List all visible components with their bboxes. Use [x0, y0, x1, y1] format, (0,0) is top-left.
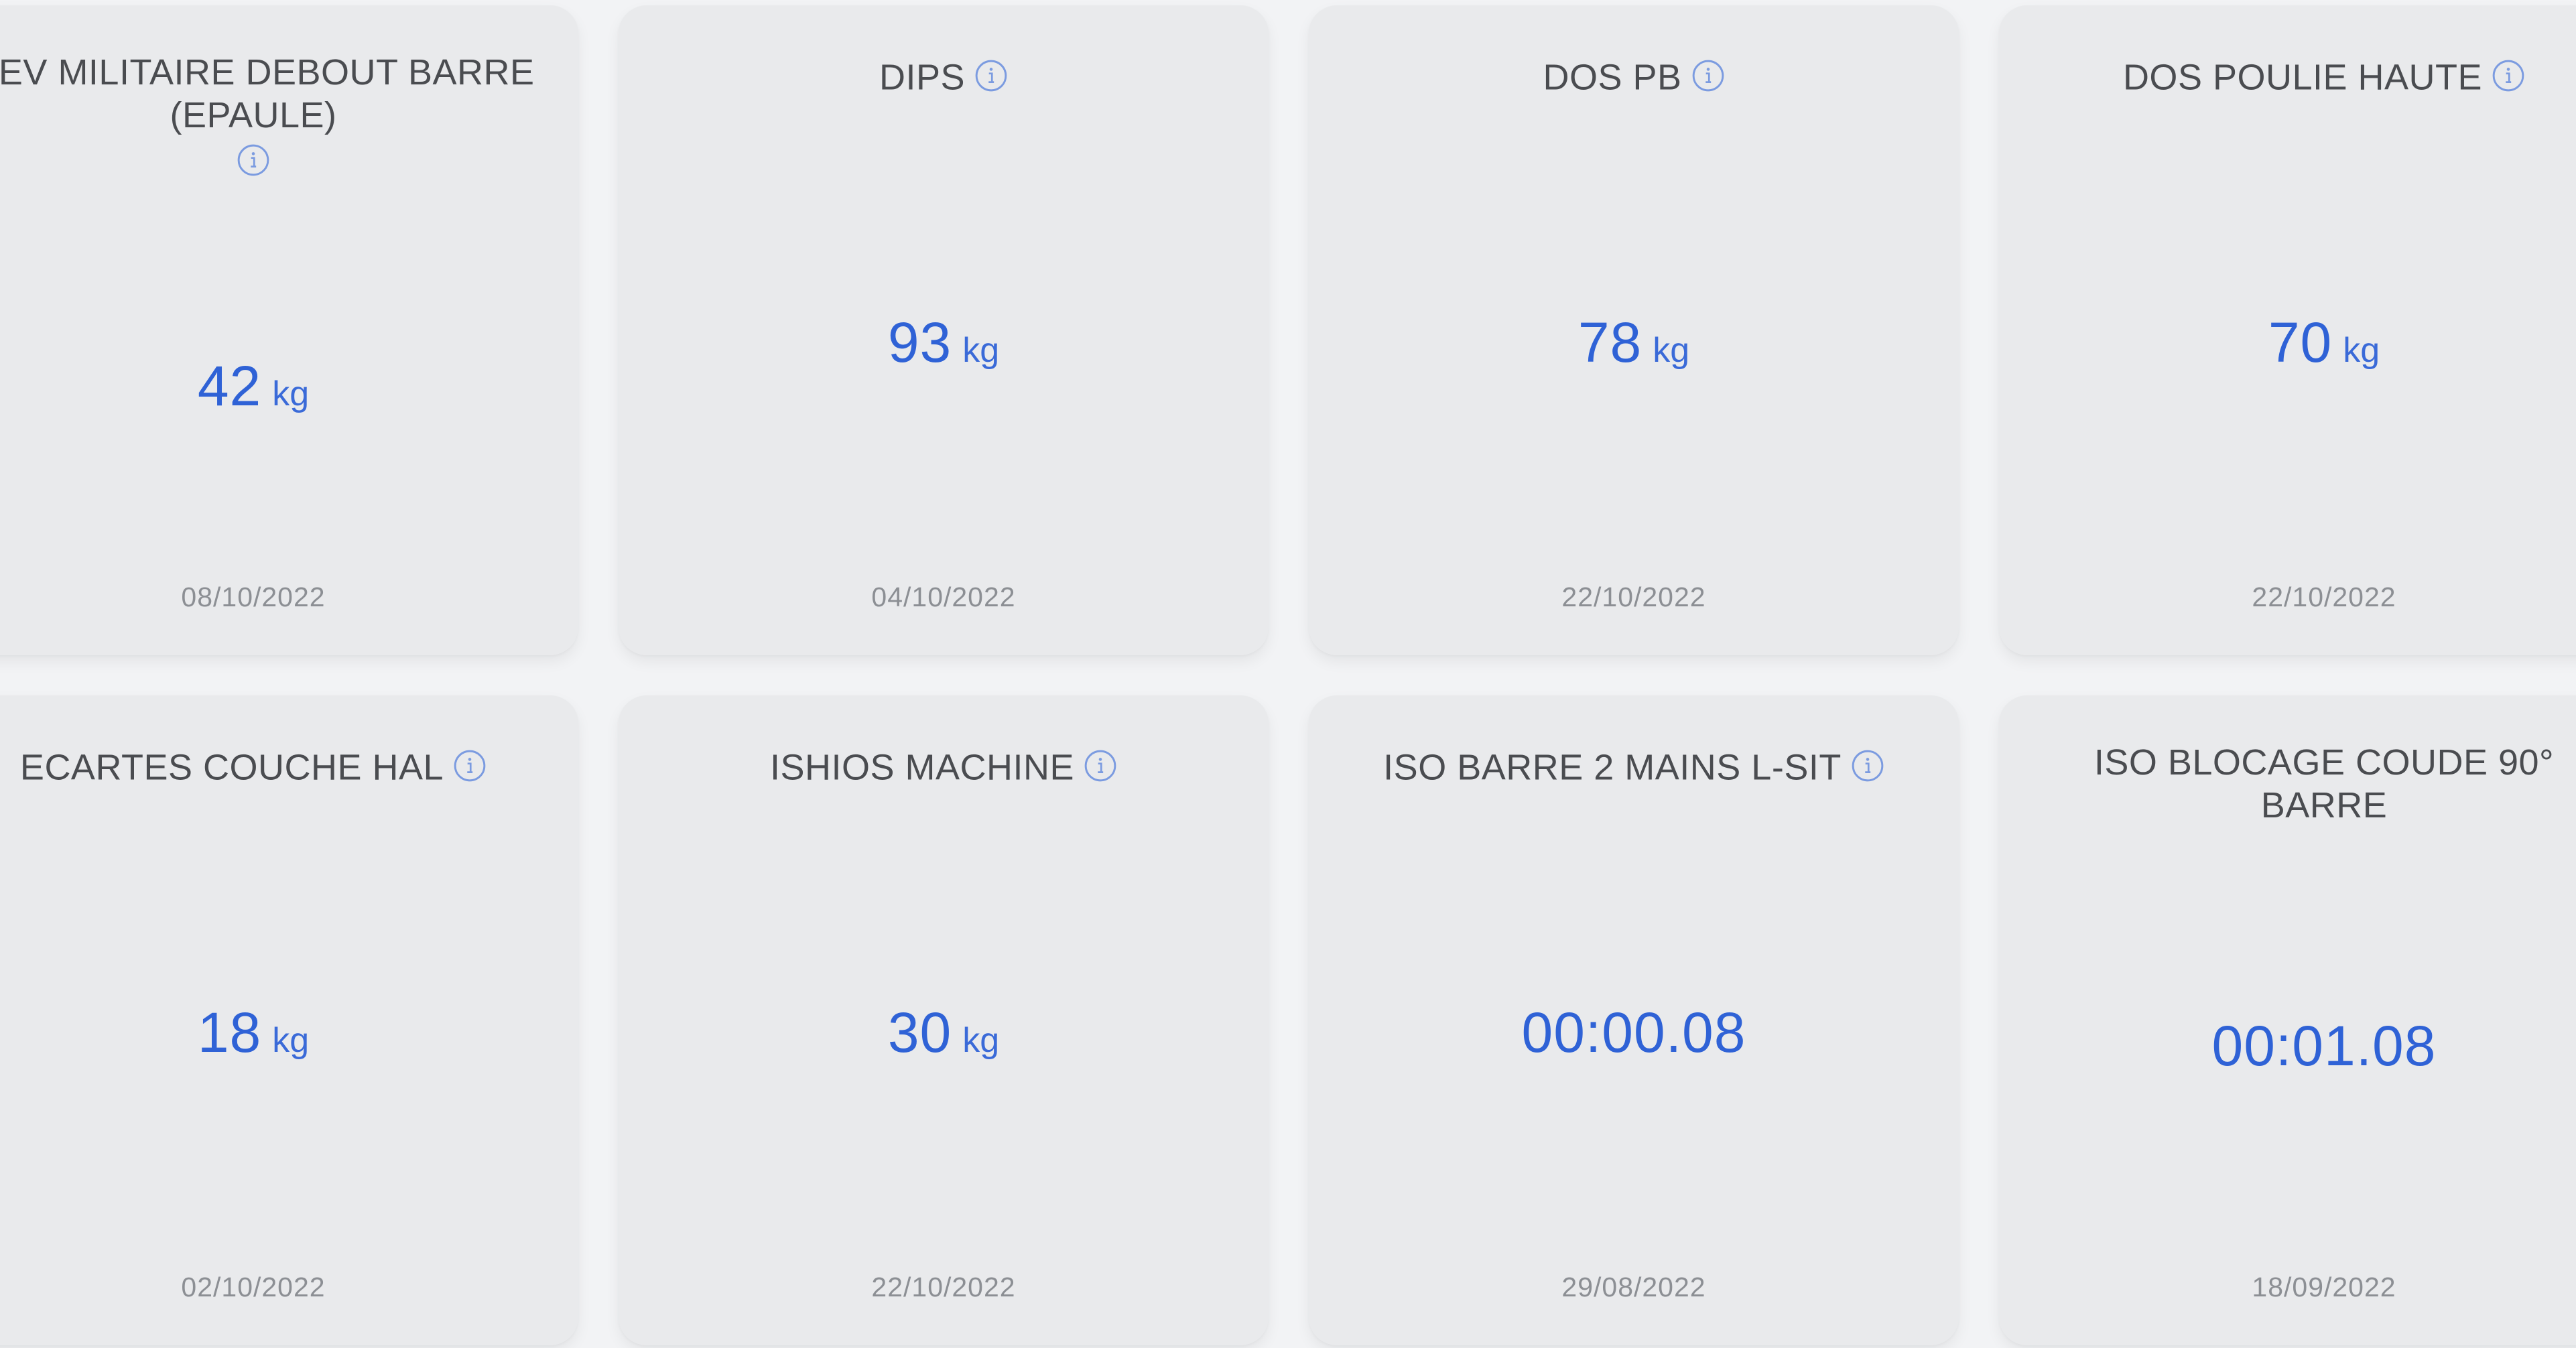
card-title-line: ISO BLOCAGE COUDE 90°	[2094, 742, 2555, 783]
card-title-line: (EPAULE)	[170, 95, 337, 135]
card-title: ISO BLOCAGE COUDE 90° BARRE	[2012, 741, 2576, 827]
record-card-dos-pb[interactable]: DOS PB 78 kg 22/10/2022	[1309, 5, 1959, 655]
info-icon[interactable]	[1084, 749, 1117, 783]
card-title-line: ECARTES COUCHE HAL	[19, 747, 444, 788]
record-card-ishios-machine[interactable]: ISHIOS MACHINE 30 kg 22/10/2022	[619, 695, 1269, 1345]
record-value: 70 kg	[1999, 310, 2576, 375]
value-number: 42	[197, 354, 262, 417]
value-number: 78	[1577, 311, 1643, 374]
record-date: 02/10/2022	[181, 1272, 326, 1302]
value-number: 30	[887, 1001, 952, 1064]
record-value: 42 kg	[0, 354, 578, 419]
record-card-dev-militaire[interactable]: DEV MILITAIRE DEBOUT BARRE (EPAULE) 42 kg…	[0, 5, 578, 655]
value-unit: kg	[1653, 331, 1690, 370]
record-date: 22/10/2022	[2252, 582, 2396, 612]
card-title: DIPS	[632, 54, 1255, 99]
record-value: 93 kg	[619, 310, 1269, 375]
card-title: DOS POULIE HAUTE	[2012, 54, 2576, 99]
record-value: 00:00.08	[1309, 1000, 1959, 1065]
card-title: DEV MILITAIRE DEBOUT BARRE (EPAULE)	[0, 51, 565, 177]
info-icon[interactable]	[1691, 59, 1725, 92]
value-unit: kg	[962, 331, 1000, 370]
value-time: 00:00.08	[1521, 1001, 1746, 1064]
record-date: 18/09/2022	[2252, 1272, 2396, 1302]
record-value: 00:01.08	[1999, 1014, 2576, 1079]
card-title-line: ISHIOS MACHINE	[769, 747, 1075, 788]
value-number: 93	[887, 311, 952, 374]
record-date: 04/10/2022	[871, 582, 1016, 612]
info-icon[interactable]	[1851, 749, 1884, 783]
card-title-line: DIPS	[879, 57, 966, 98]
record-card-ecartes-couche-hal[interactable]: ECARTES COUCHE HAL 18 kg 02/10/2022	[0, 695, 578, 1345]
info-icon[interactable]	[2492, 59, 2525, 92]
card-title: DOS PB	[1322, 54, 1945, 99]
card-title: ECARTES COUCHE HAL	[0, 744, 565, 789]
record-card-iso-blocage-coude[interactable]: ISO BLOCAGE COUDE 90° BARRE 00:01.08 18/…	[1999, 695, 2576, 1345]
record-card-dos-poulie-haute[interactable]: DOS POULIE HAUTE 70 kg 22/10/2022	[1999, 5, 2576, 655]
card-title-line: BARRE	[2260, 785, 2388, 825]
record-date: 29/08/2022	[1561, 1272, 1706, 1302]
value-unit: kg	[2343, 331, 2380, 370]
info-icon[interactable]	[974, 59, 1008, 92]
card-title: ISHIOS MACHINE	[632, 744, 1255, 789]
record-value: 78 kg	[1309, 310, 1959, 375]
record-value: 18 kg	[0, 1000, 578, 1065]
record-value: 30 kg	[619, 1000, 1269, 1065]
value-unit: kg	[272, 1021, 310, 1060]
record-date: 22/10/2022	[1561, 582, 1706, 612]
record-card-iso-barre-l-sit[interactable]: ISO BARRE 2 MAINS L-SIT 00:00.08 29/08/2…	[1309, 695, 1959, 1345]
card-title: ISO BARRE 2 MAINS L-SIT	[1322, 744, 1945, 789]
value-time: 00:01.08	[2211, 1014, 2437, 1077]
record-date: 08/10/2022	[181, 582, 326, 612]
record-card-dips[interactable]: DIPS 93 kg 04/10/2022	[619, 5, 1269, 655]
info-icon[interactable]	[453, 749, 487, 783]
value-unit: kg	[272, 375, 310, 413]
card-title-line: DOS POULIE HAUTE	[2122, 57, 2483, 98]
info-icon[interactable]	[237, 143, 270, 177]
value-number: 18	[197, 1001, 262, 1064]
card-title-line: ISO BARRE 2 MAINS L-SIT	[1383, 747, 1842, 788]
value-unit: kg	[962, 1021, 1000, 1060]
card-title-line: DOS PB	[1543, 57, 1682, 98]
card-title-line: DEV MILITAIRE DEBOUT BARRE	[0, 52, 535, 92]
value-number: 70	[2268, 311, 2333, 374]
record-date: 22/10/2022	[871, 1272, 1016, 1302]
